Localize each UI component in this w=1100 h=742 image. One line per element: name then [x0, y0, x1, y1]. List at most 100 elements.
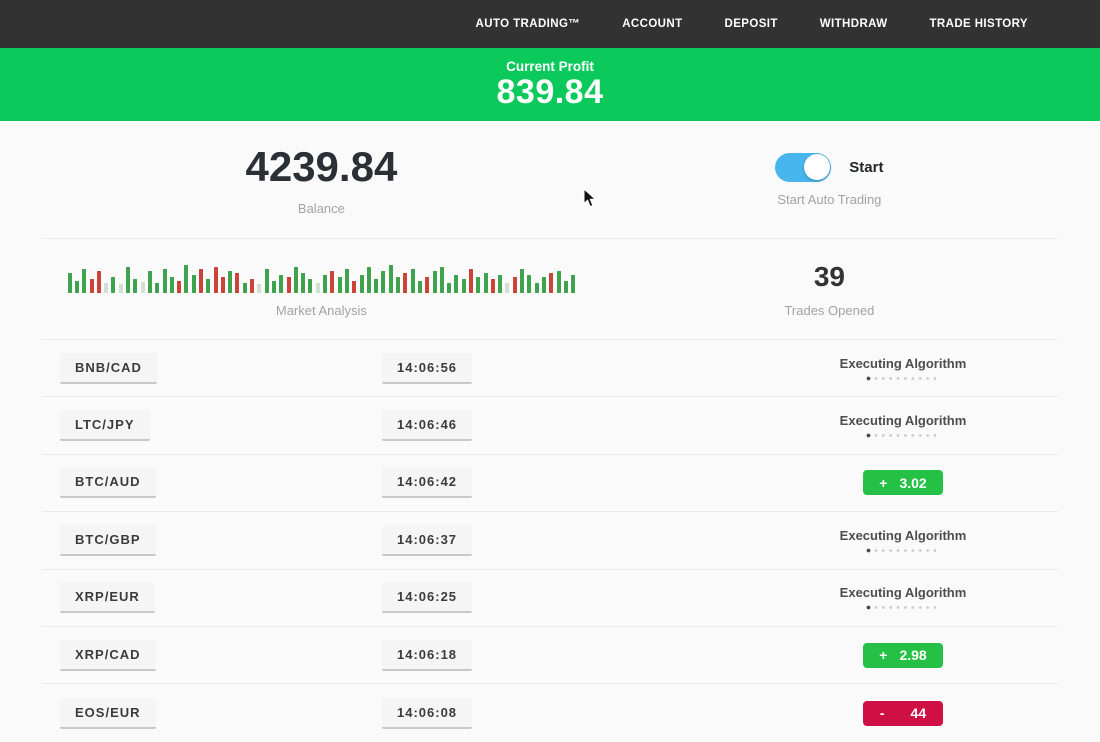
- trade-row: EOS/EUR 14:06:08 - 44: [42, 684, 1058, 741]
- progress-dots: [866, 433, 940, 438]
- market-bar: [111, 277, 115, 293]
- progress-dots: [866, 376, 940, 381]
- top-navbar: AUTO TRADING™ ACCOUNT DEPOSIT WITHDRAW T…: [0, 0, 1100, 48]
- time-badge: 14:06:42: [382, 467, 472, 498]
- market-bar: [498, 275, 502, 293]
- progress-dots: [866, 548, 940, 553]
- market-bar: [389, 265, 393, 293]
- market-bar: [301, 273, 305, 293]
- market-bar: [520, 269, 524, 293]
- toggle-label: Start: [849, 159, 883, 176]
- market-bar: [542, 277, 546, 293]
- market-bar: [243, 283, 247, 293]
- trade-row: BTC/GBP 14:06:37 Executing Algorithm: [42, 512, 1058, 569]
- market-bar: [192, 275, 196, 293]
- market-bar: [163, 269, 167, 293]
- market-bar: [557, 271, 561, 293]
- pair-badge: BNB/CAD: [60, 353, 157, 384]
- balance-label: Balance: [42, 201, 601, 216]
- pair-badge: LTC/JPY: [60, 410, 150, 441]
- market-bar: [235, 273, 239, 293]
- trade-row: XRP/EUR 14:06:25 Executing Algorithm: [42, 570, 1058, 627]
- time-badge: 14:06:56: [382, 353, 472, 384]
- trades-opened-value: 39: [601, 261, 1058, 293]
- market-bar: [396, 277, 400, 293]
- market-bar: [82, 269, 86, 293]
- market-bar: [177, 281, 181, 293]
- trade-status: - 44: [748, 701, 1058, 726]
- market-bar: [265, 269, 269, 293]
- market-bar: [454, 275, 458, 293]
- market-bar: [214, 267, 218, 293]
- result-value: 2.98: [899, 647, 926, 663]
- balance-block: 4239.84 Balance: [42, 143, 601, 216]
- market-bar: [433, 271, 437, 293]
- nav-deposit[interactable]: DEPOSIT: [725, 18, 778, 30]
- market-bar: [170, 277, 174, 293]
- trade-status: + 2.98: [748, 643, 1058, 668]
- market-bar: [221, 277, 225, 293]
- market-bar: [564, 281, 568, 293]
- auto-trading-page: AUTO TRADING™ ACCOUNT DEPOSIT WITHDRAW T…: [0, 0, 1100, 742]
- trade-row: BNB/CAD 14:06:56 Executing Algorithm: [42, 340, 1058, 397]
- toggle-knob: [804, 154, 830, 180]
- market-bar: [90, 279, 94, 293]
- market-bar: [381, 271, 385, 293]
- market-bar: [228, 271, 232, 293]
- market-bar: [484, 273, 488, 293]
- pair-badge: BTC/GBP: [60, 525, 156, 556]
- time-badge: 14:06:37: [382, 525, 472, 556]
- market-bar: [104, 283, 108, 293]
- trade-row: XRP/CAD 14:06:18 + 2.98: [42, 627, 1058, 684]
- market-bar: [287, 277, 291, 293]
- trades-opened-label: Trades Opened: [601, 303, 1058, 318]
- profit-badge: + 3.02: [863, 470, 943, 495]
- trade-status: + 3.02: [748, 470, 1058, 495]
- market-bar: [75, 281, 79, 293]
- nav-account[interactable]: ACCOUNT: [622, 18, 682, 30]
- market-bar: [294, 267, 298, 293]
- market-analysis-bars: [42, 261, 601, 293]
- market-bar: [345, 269, 349, 293]
- market-bar: [272, 281, 276, 293]
- market-bar: [411, 269, 415, 293]
- time-badge: 14:06:46: [382, 410, 472, 441]
- market-bar: [323, 275, 327, 293]
- current-profit-value: 839.84: [0, 74, 1100, 111]
- market-bar: [505, 283, 509, 293]
- nav-auto-trading[interactable]: AUTO TRADING™: [476, 18, 581, 30]
- market-bar: [316, 283, 320, 293]
- market-bar: [513, 277, 517, 293]
- mouse-cursor: [583, 188, 597, 208]
- time-badge: 14:06:08: [382, 698, 472, 729]
- market-bar: [440, 267, 444, 293]
- market-bar: [476, 277, 480, 293]
- market-bar: [571, 275, 575, 293]
- trade-status: Executing Algorithm: [748, 585, 1058, 610]
- market-analysis-block: Market Analysis: [42, 261, 601, 318]
- stats-row-1: 4239.84 Balance Start Start Auto Trading: [0, 121, 1100, 238]
- market-bar: [403, 273, 407, 293]
- profit-badge: + 2.98: [863, 643, 943, 668]
- market-bar: [126, 267, 130, 293]
- pair-badge: BTC/AUD: [60, 467, 156, 498]
- market-bar: [535, 283, 539, 293]
- market-bar: [447, 283, 451, 293]
- result-value: 44: [911, 705, 927, 721]
- market-bar: [141, 282, 145, 293]
- pair-badge: EOS/EUR: [60, 698, 156, 729]
- market-bar: [360, 275, 364, 293]
- start-auto-trading-toggle[interactable]: [775, 153, 831, 182]
- market-bar: [352, 281, 356, 293]
- nav-withdraw[interactable]: WITHDRAW: [820, 18, 888, 30]
- trades-opened-block: 39 Trades Opened: [601, 261, 1058, 318]
- status-text: Executing Algorithm: [748, 356, 1058, 371]
- market-bar: [68, 273, 72, 293]
- time-badge: 14:06:18: [382, 640, 472, 671]
- nav-trade-history[interactable]: TRADE HISTORY: [930, 18, 1029, 30]
- loss-badge: - 44: [863, 701, 943, 726]
- market-bar: [491, 279, 495, 293]
- balance-value: 4239.84: [42, 143, 601, 191]
- trade-status: Executing Algorithm: [748, 528, 1058, 553]
- pair-badge: XRP/EUR: [60, 582, 155, 613]
